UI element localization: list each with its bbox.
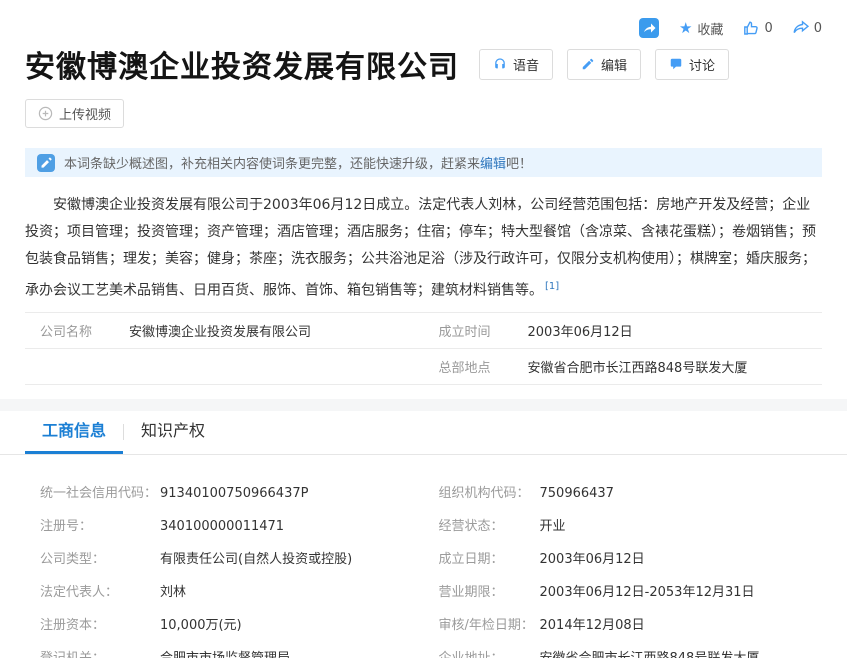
- field-value: 安徽博澳企业投资发展有限公司: [129, 321, 311, 340]
- table-row: 公司类型： 有限责任公司(自然人投资或控股) 成立日期： 2003年06月12日: [25, 541, 822, 574]
- table-row: 公司名称 安徽博澳企业投资发展有限公司 成立时间 2003年06月12日: [25, 312, 822, 348]
- summary-paragraph: 安徽博澳企业投资发展有限公司于2003年06月12日成立。法定代表人刘林，公司经…: [25, 192, 822, 305]
- quick-share-button[interactable]: [639, 18, 659, 38]
- field-label: 公司名称: [25, 321, 129, 340]
- field-label: 统一社会信用代码：: [25, 482, 160, 501]
- field-label: 企业地址：: [424, 647, 540, 658]
- notice-text-before: 本词条缺少概述图，补充相关内容使词条更完整，还能快速升级，赶紧来: [64, 157, 480, 172]
- table-row: 统一社会信用代码： 91340100750966437P 组织机构代码： 750…: [25, 475, 822, 508]
- field-value: 2003年06月12日: [528, 321, 633, 340]
- detail-cell: 公司类型： 有限责任公司(自然人投资或控股): [25, 548, 424, 567]
- field-value: 安徽省合肥市长江西路848号联发大厦: [540, 647, 760, 658]
- tab-bar: 工商信息 知识产权: [0, 411, 847, 455]
- upload-video-button[interactable]: 上传视频: [25, 99, 124, 128]
- field-label: 登记机关：: [25, 647, 160, 658]
- detail-cell: 注册资本： 10,000万(元): [25, 614, 424, 633]
- baike-entry-page: ★ 收藏 0 0 安徽博澳企业投资发展有限公司 语音: [0, 0, 847, 658]
- share-button[interactable]: 0: [793, 20, 822, 36]
- detail-cell: 经营状态： 开业: [424, 515, 823, 534]
- notice-edit-link[interactable]: 编辑: [480, 157, 506, 172]
- share-icon: [793, 20, 809, 36]
- voice-button[interactable]: 语音: [479, 49, 553, 80]
- field-label: 组织机构代码：: [424, 482, 540, 501]
- field-value: 刘林: [160, 581, 186, 600]
- summary-text: 安徽博澳企业投资发展有限公司于2003年06月12日成立。法定代表人刘林，公司经…: [25, 197, 816, 299]
- field-label: 审核/年检日期：: [424, 614, 540, 633]
- favorite-button[interactable]: ★ 收藏: [679, 19, 723, 38]
- notice-pencil-icon: [37, 154, 55, 172]
- field-value: 750966437: [540, 486, 614, 501]
- notice-banner: 本词条缺少概述图，补充相关内容使词条更完整，还能快速升级，赶紧来编辑吧！: [25, 148, 822, 177]
- field-value: 10,000万(元): [160, 614, 242, 633]
- field-value: 有限责任公司(自然人投资或控股): [160, 548, 352, 567]
- field-label: 经营状态：: [424, 515, 540, 534]
- edit-label: 编辑: [601, 55, 627, 74]
- blue-forward-icon: [639, 18, 659, 38]
- basic-info-table: 公司名称 安徽博澳企业投资发展有限公司 成立时间 2003年06月12日 总部地…: [25, 312, 822, 385]
- reference-link[interactable]: [1]: [545, 281, 559, 292]
- tab-intellectual-property[interactable]: 知识产权: [124, 410, 222, 454]
- empty-cell: [25, 357, 424, 376]
- field-value: 合肥市市场监督管理局: [160, 647, 290, 658]
- field-label: 法定代表人：: [25, 581, 160, 600]
- field-value: 340100000011471: [160, 519, 284, 534]
- founded-cell: 成立时间 2003年06月12日: [424, 321, 823, 340]
- field-label: 成立时间: [424, 321, 528, 340]
- pencil-icon: [581, 57, 595, 71]
- discuss-bubble-icon: [669, 57, 683, 71]
- field-label: 注册资本：: [25, 614, 160, 633]
- detail-cell: 法定代表人： 刘林: [25, 581, 424, 600]
- share-count: 0: [814, 21, 822, 36]
- detail-cell: 注册号： 340100000011471: [25, 515, 424, 534]
- table-row: 注册号： 340100000011471 经营状态： 开业: [25, 508, 822, 541]
- voice-label: 语音: [513, 55, 539, 74]
- detail-cell: 营业期限： 2003年06月12日-2053年12月31日: [424, 581, 823, 600]
- notice-text: 本词条缺少概述图，补充相关内容使词条更完整，还能快速升级，赶紧来编辑吧！: [64, 153, 532, 172]
- discuss-button[interactable]: 讨论: [655, 49, 729, 80]
- detail-cell: 统一社会信用代码： 91340100750966437P: [25, 482, 424, 501]
- table-row: 注册资本： 10,000万(元) 审核/年检日期： 2014年12月08日: [25, 607, 822, 640]
- plus-circle-icon: [38, 106, 53, 121]
- thumb-up-icon: [743, 20, 759, 36]
- detail-cell: 登记机关： 合肥市市场监督管理局: [25, 647, 424, 658]
- field-value: 2003年06月12日: [540, 548, 645, 567]
- business-info-table: 统一社会信用代码： 91340100750966437P 组织机构代码： 750…: [25, 475, 822, 658]
- hq-cell: 总部地点 安徽省合肥市长江西路848号联发大厦: [424, 357, 823, 376]
- field-label: 注册号：: [25, 515, 160, 534]
- field-label: 总部地点: [424, 357, 528, 376]
- section-divider: [0, 399, 847, 411]
- field-value: 开业: [540, 515, 566, 534]
- page-title: 安徽博澳企业投资发展有限公司: [25, 42, 459, 86]
- notice-text-after: 吧！: [506, 157, 532, 172]
- field-label: 公司类型：: [25, 548, 160, 567]
- field-value: 2014年12月08日: [540, 614, 645, 633]
- table-row: 法定代表人： 刘林 营业期限： 2003年06月12日-2053年12月31日: [25, 574, 822, 607]
- table-row: 登记机关： 合肥市市场监督管理局 企业地址： 安徽省合肥市长江西路848号联发大…: [25, 640, 822, 658]
- voice-icon: [493, 57, 507, 71]
- like-button[interactable]: 0: [743, 20, 772, 36]
- field-label: 成立日期：: [424, 548, 540, 567]
- field-value: 2003年06月12日-2053年12月31日: [540, 581, 755, 600]
- field-value: 安徽省合肥市长江西路848号联发大厦: [528, 357, 748, 376]
- table-row: 总部地点 安徽省合肥市长江西路848号联发大厦: [25, 348, 822, 384]
- company-name-cell: 公司名称 安徽博澳企业投资发展有限公司: [25, 321, 424, 340]
- detail-cell: 成立日期： 2003年06月12日: [424, 548, 823, 567]
- favorite-label: 收藏: [697, 19, 723, 38]
- upload-video-label: 上传视频: [59, 104, 111, 123]
- detail-cell: 审核/年检日期： 2014年12月08日: [424, 614, 823, 633]
- tab-business-info[interactable]: 工商信息: [25, 410, 123, 454]
- discuss-label: 讨论: [689, 55, 715, 74]
- top-action-bar: ★ 收藏 0 0: [0, 0, 847, 40]
- detail-cell: 组织机构代码： 750966437: [424, 482, 823, 501]
- upload-row: 上传视频: [0, 99, 847, 128]
- like-count: 0: [764, 21, 772, 36]
- star-icon: ★: [679, 21, 692, 36]
- title-row: 安徽博澳企业投资发展有限公司 语音 编辑 讨论: [0, 42, 847, 86]
- edit-button[interactable]: 编辑: [567, 49, 641, 80]
- field-label: 营业期限：: [424, 581, 540, 600]
- field-value: 91340100750966437P: [160, 486, 308, 501]
- detail-cell: 企业地址： 安徽省合肥市长江西路848号联发大厦: [424, 647, 823, 658]
